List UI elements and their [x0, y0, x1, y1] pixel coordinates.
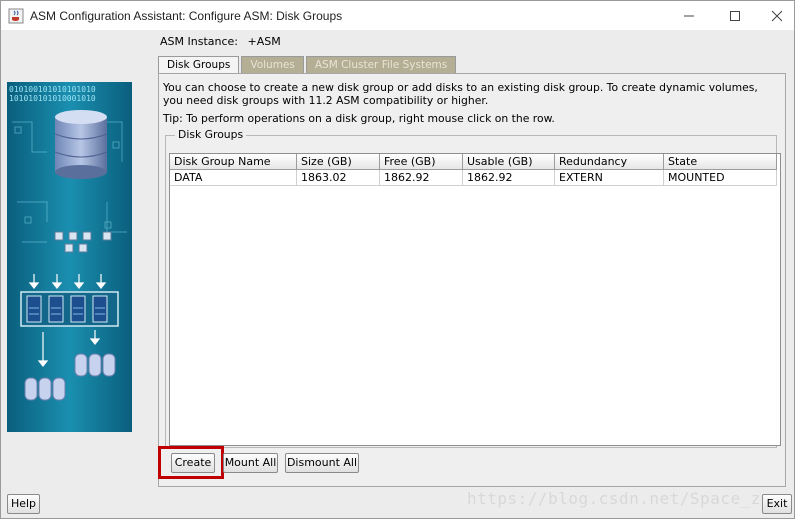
disk-groups-table[interactable]: Disk Group Name Size (GB) Free (GB) Usab… — [169, 153, 781, 446]
side-illustration: 010100101010101010 101010101010001010 — [7, 82, 132, 432]
disk-groups-panel: You can choose to create a new disk grou… — [158, 73, 786, 487]
create-button[interactable]: Create — [171, 453, 215, 473]
asm-window: ASM Configuration Assistant: Configure A… — [0, 0, 795, 519]
exit-button[interactable]: Exit — [762, 494, 792, 514]
window-title: ASM Configuration Assistant: Configure A… — [30, 8, 343, 23]
table-cell: 1862.92 — [380, 170, 463, 186]
tab-asm-cluster-file-systems[interactable]: ASM Cluster File Systems — [305, 56, 457, 73]
asm-instance-value: +ASM — [247, 35, 281, 48]
watermark: https://blog.csdn.net/Space_ze — [467, 489, 771, 508]
table-row[interactable]: DATA 1863.02 1862.92 1862.92 EXTERN MOUN… — [170, 170, 780, 186]
mount-all-button[interactable]: Mount All — [223, 453, 278, 473]
java-cup-icon — [8, 8, 24, 23]
tab-strip: Disk Groups Volumes ASM Cluster File Sys… — [158, 56, 458, 74]
table-cell: DATA — [170, 170, 297, 186]
disk-groups-group: Disk Groups Disk Group Name Size (GB) Fr… — [165, 128, 781, 448]
disk-groups-group-label: Disk Groups — [175, 128, 247, 141]
title-bar: ASM Configuration Assistant: Configure A… — [1, 1, 794, 30]
column-header[interactable]: Free (GB) — [380, 154, 463, 170]
column-header[interactable]: Disk Group Name — [170, 154, 297, 170]
dismount-all-button[interactable]: Dismount All — [285, 453, 359, 473]
column-header[interactable]: Size (GB) — [297, 154, 380, 170]
close-icon — [771, 10, 783, 21]
table-cell: 1862.92 — [463, 170, 555, 186]
maximize-icon — [730, 10, 740, 21]
column-header[interactable]: Redundancy — [555, 154, 664, 170]
panel-description: You can choose to create a new disk grou… — [163, 81, 758, 107]
panel-tip: Tip: To perform operations on a disk gro… — [163, 112, 555, 125]
svg-text:010100101010101010: 010100101010101010 — [9, 85, 96, 94]
column-header[interactable]: State — [664, 154, 777, 170]
minimize-icon — [684, 15, 694, 16]
tab-volumes[interactable]: Volumes — [241, 56, 304, 73]
minimize-button[interactable] — [666, 1, 712, 30]
asm-instance-label: ASM Instance: — [160, 35, 238, 48]
table-cell: MOUNTED — [664, 170, 777, 186]
column-header[interactable]: Usable (GB) — [463, 154, 555, 170]
maximize-button[interactable] — [712, 1, 758, 30]
tab-disk-groups[interactable]: Disk Groups — [158, 56, 240, 74]
database-illustration: 010100101010101010 101010101010001010 — [7, 82, 132, 432]
table-cell: 1863.02 — [297, 170, 380, 186]
table-cell: EXTERN — [555, 170, 664, 186]
table-header: Disk Group Name Size (GB) Free (GB) Usab… — [170, 154, 780, 170]
close-button[interactable] — [754, 1, 795, 30]
help-button[interactable]: Help — [7, 494, 40, 514]
asm-instance-row: ASM Instance: +ASM — [160, 35, 281, 48]
svg-text:101010101010001010: 101010101010001010 — [9, 94, 96, 103]
